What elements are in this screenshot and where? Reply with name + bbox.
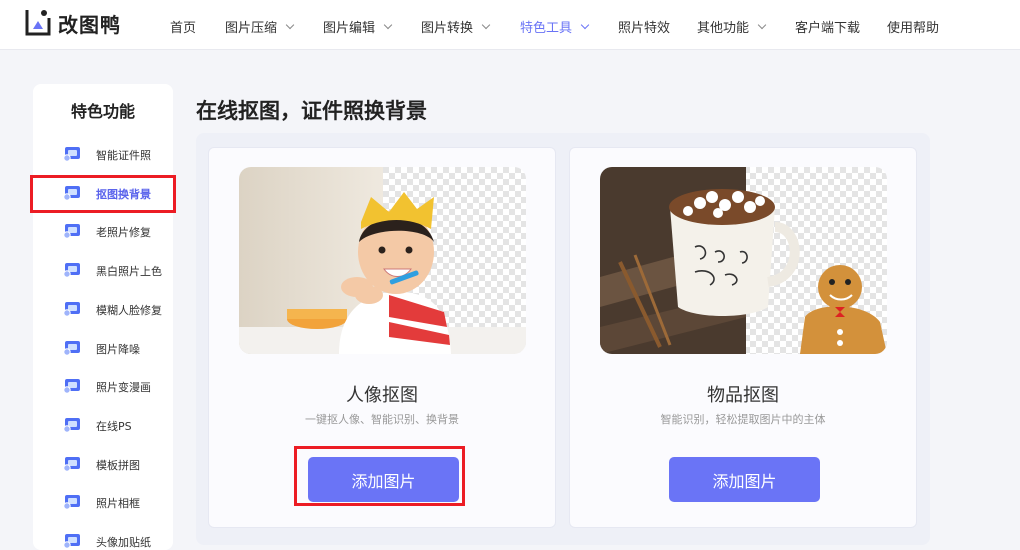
nav-item-label: 首页 xyxy=(170,21,197,36)
nav-item-6[interactable]: 其他功能 xyxy=(697,17,767,36)
brand-name: 改图鸭 xyxy=(58,12,121,37)
sidebar-item-4[interactable]: 模糊人脸修复 xyxy=(33,294,173,324)
sidebar-item-2[interactable]: 老照片修复 xyxy=(33,216,173,246)
sidebar-item-3[interactable]: 黑白照片上色 xyxy=(33,255,173,285)
sidebar-item-label: 老照片修复 xyxy=(96,226,151,240)
add-image-button[interactable]: 添加图片 xyxy=(669,457,820,502)
denoise-icon xyxy=(62,340,82,356)
sidebar-item-label: 抠图换背景 xyxy=(96,187,151,201)
photo-repair-icon xyxy=(62,223,82,240)
sidebar-item-label: 头像加贴纸 xyxy=(96,536,151,549)
frame-icon xyxy=(62,494,82,510)
brand-logo[interactable]: 改图鸭 xyxy=(24,8,121,38)
nav-item-label: 使用帮助 xyxy=(887,21,940,36)
chevron-down-icon xyxy=(285,20,295,29)
nav-item-1[interactable]: 图片压缩 xyxy=(225,17,295,36)
chevron-down-icon xyxy=(580,20,590,29)
sidebar-item-7[interactable]: 在线PS xyxy=(33,410,173,440)
chevron-down-icon xyxy=(481,20,491,29)
chevron-down-icon xyxy=(383,20,393,29)
sidebar-item-5[interactable]: 图片降噪 xyxy=(33,333,173,363)
sidebar-item-label: 在线PS xyxy=(96,419,132,433)
top-header: 改图鸭 首页 图片压缩 图片编辑 图片转换 特色工具 照片特效 其他功能 客户端下载 使用帮助 xyxy=(0,0,1020,50)
sidebar-title: 特色功能 xyxy=(70,102,135,121)
sidebar-item-8[interactable]: 模板拼图 xyxy=(33,449,173,479)
sidebar-item-label: 黑白照片上色 xyxy=(96,265,162,279)
nav-item-label: 特色工具 xyxy=(520,21,573,36)
card-subtitle: 一键抠人像、智能识别、换背景 xyxy=(305,413,459,426)
cutout-icon xyxy=(62,185,82,201)
nav-item-label: 照片特效 xyxy=(618,21,671,36)
card-title: 人像抠图 xyxy=(346,385,418,406)
sidebar-item-label: 图片降噪 xyxy=(96,342,140,356)
card-portrait-cutout: 人像抠图 一键抠人像、智能识别、换背景 添加图片 xyxy=(208,147,556,528)
nav-item-4[interactable]: 特色工具 xyxy=(520,17,590,36)
face-repair-icon xyxy=(62,301,82,317)
card-subtitle: 智能识别，轻松提取图片中的主体 xyxy=(660,413,826,426)
sidebar-item-9[interactable]: 照片相框 xyxy=(33,487,173,517)
nav-item-label: 图片转换 xyxy=(421,21,474,36)
sidebar-item-6[interactable]: 照片变漫画 xyxy=(33,371,173,401)
nav-item-label: 其他功能 xyxy=(697,21,750,36)
sidebar-item-1[interactable]: 抠图换背景 xyxy=(33,178,173,208)
cartoon-icon xyxy=(62,378,82,394)
ps-icon xyxy=(62,417,82,433)
sidebar-item-label: 智能证件照 xyxy=(96,149,151,162)
sidebar-item-label: 照片变漫画 xyxy=(96,381,151,395)
sidebar-item-label: 模板拼图 xyxy=(96,458,140,472)
sticker-icon xyxy=(62,533,82,549)
id-photo-icon xyxy=(62,146,82,162)
nav-item-8[interactable]: 使用帮助 xyxy=(887,17,939,36)
collage-icon xyxy=(62,456,82,472)
sidebar-item-0[interactable]: 智能证件照 xyxy=(33,139,173,169)
logo-icon xyxy=(24,8,52,38)
colorize-icon xyxy=(62,262,82,278)
card-object-cutout: 物品抠图 智能识别，轻松提取图片中的主体 添加图片 xyxy=(569,147,917,528)
sidebar-item-label: 模糊人脸修复 xyxy=(96,303,162,317)
nav-item-label: 客户端下载 xyxy=(795,21,861,36)
add-image-button[interactable]: 添加图片 xyxy=(308,457,459,502)
card-title: 物品抠图 xyxy=(707,385,779,406)
portrait-cutout-image xyxy=(239,167,526,354)
sidebar: 特色功能 智能证件照抠图换背景老照片修复黑白照片上色 模糊人脸修复 图片降噪照片变漫… xyxy=(33,84,173,550)
nav-item-5[interactable]: 照片特效 xyxy=(618,17,670,36)
nav-item-7[interactable]: 客户端下载 xyxy=(795,17,860,36)
nav-item-2[interactable]: 图片编辑 xyxy=(323,17,393,36)
object-cutout-image xyxy=(600,167,887,354)
sidebar-item-label: 照片相框 xyxy=(96,497,140,511)
nav-item-3[interactable]: 图片转换 xyxy=(421,17,491,36)
nav-item-label: 图片压缩 xyxy=(225,21,278,36)
nav-item-label: 图片编辑 xyxy=(323,21,376,36)
page-title: 在线抠图，证件照换背景 xyxy=(196,99,427,123)
sidebar-item-10[interactable]: 头像加贴纸 xyxy=(33,526,173,550)
nav-item-0[interactable]: 首页 xyxy=(170,17,196,36)
chevron-down-icon xyxy=(757,20,767,29)
